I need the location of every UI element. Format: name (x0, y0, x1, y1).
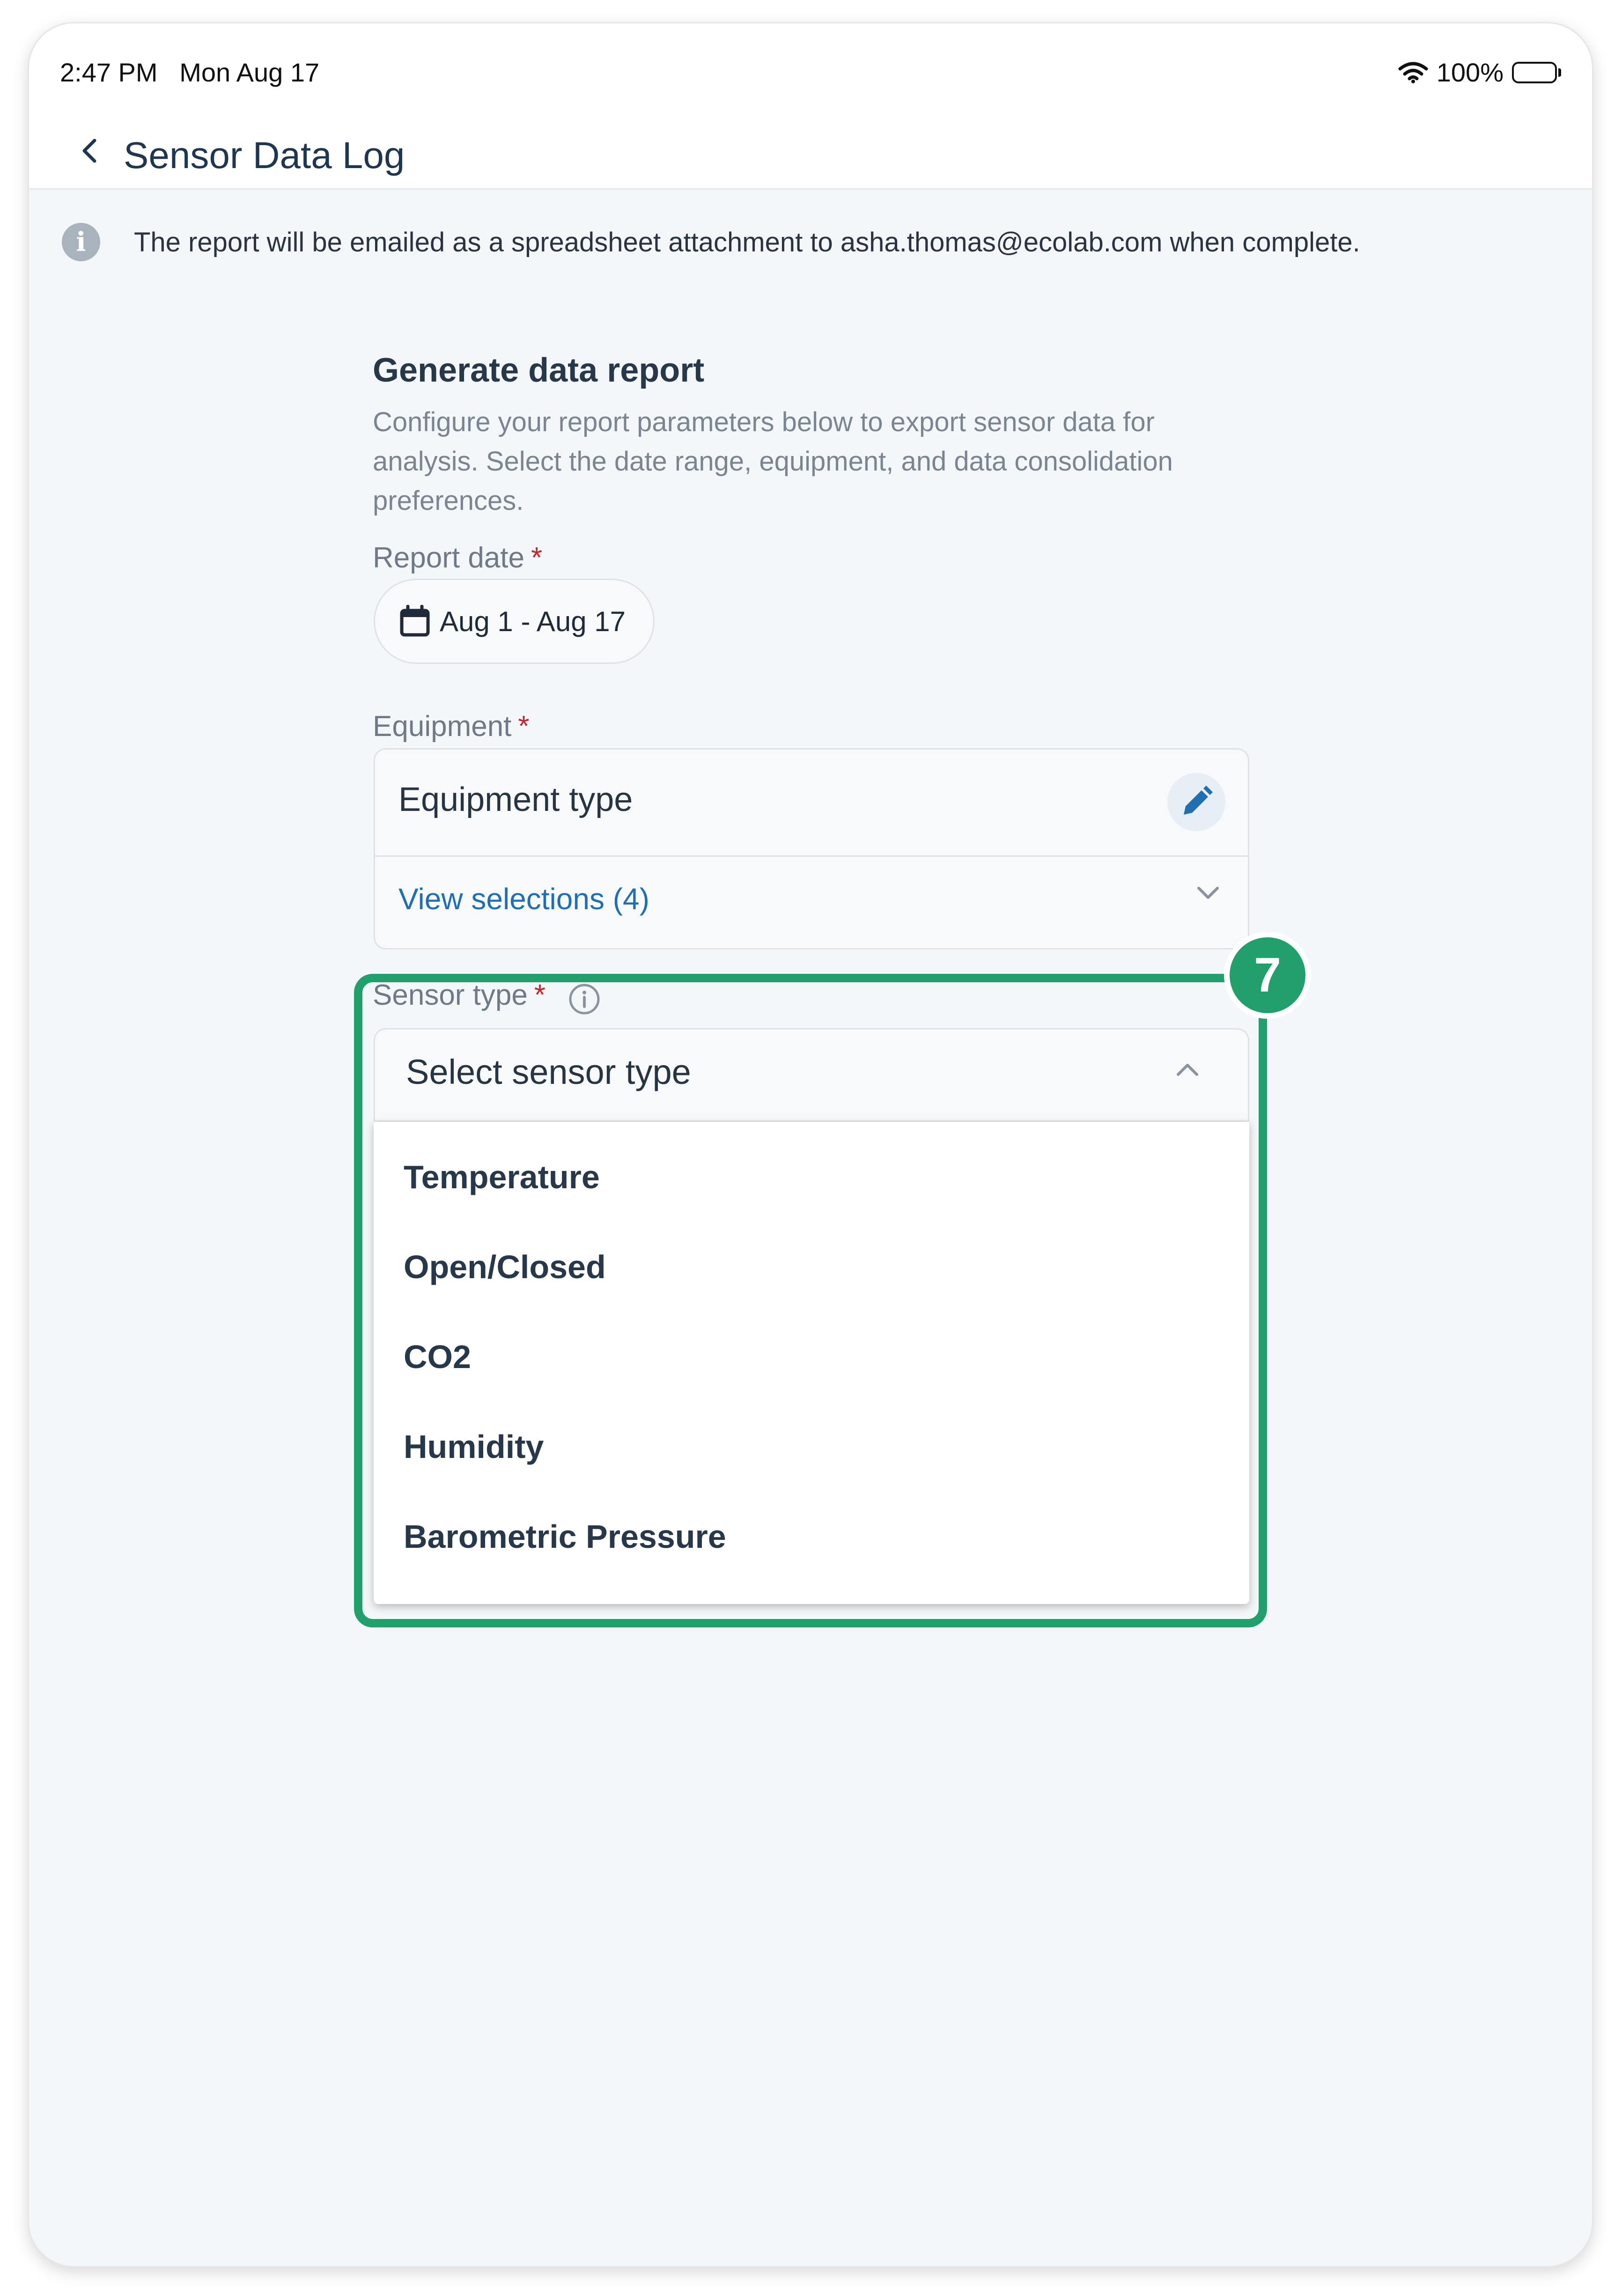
equipment-label-text: Equipment (373, 710, 512, 743)
form-description: Configure your report parameters below t… (373, 407, 1173, 516)
status-clock: 2:47 PM (60, 58, 158, 87)
calendar-icon (400, 605, 430, 637)
report-date-label: Report date * (373, 541, 542, 574)
equipment-type-row[interactable]: Equipment type (375, 750, 1248, 857)
battery-icon (1512, 61, 1561, 83)
info-banner-text: The report will be emailed as a spreadsh… (134, 227, 1360, 258)
equipment-type-value: Equipment type (398, 781, 633, 818)
wifi-icon (1398, 61, 1428, 84)
report-date-picker[interactable]: Aug 1 - Aug 17 (374, 579, 655, 664)
equipment-label: Equipment * (373, 710, 530, 743)
info-banner: i The report will be emailed as a spread… (62, 223, 1360, 261)
info-icon: i (62, 223, 100, 261)
chevron-down-icon[interactable] (1196, 885, 1220, 900)
top-bar: 2:47 PM Mon Aug 17 100% Sensor Data Log (29, 23, 1592, 190)
status-right: 100% (1398, 57, 1561, 88)
required-mark: * (518, 710, 530, 743)
page-title: Sensor Data Log (124, 134, 405, 176)
tablet-screen: 2:47 PM Mon Aug 17 100% Sensor Data Log … (29, 23, 1592, 2266)
equipment-card: Equipment type View selections (4) (374, 748, 1249, 949)
report-date-label-text: Report date (373, 542, 524, 574)
status-time: 2:47 PM Mon Aug 17 (60, 57, 319, 88)
chevron-left-icon (82, 139, 96, 163)
report-date-value: Aug 1 - Aug 17 (440, 605, 626, 637)
form-heading: Generate data report (373, 352, 705, 389)
edit-equipment-button[interactable] (1167, 773, 1225, 831)
status-date: Mon Aug 17 (179, 58, 320, 87)
pencil-icon (1184, 786, 1213, 815)
required-mark: * (531, 542, 543, 574)
annotation-highlight (354, 974, 1267, 1627)
back-button[interactable] (71, 132, 109, 169)
view-selections-link[interactable]: View selections (4) (398, 882, 649, 916)
battery-percent: 100% (1436, 58, 1504, 87)
annotation-step-badge: 7 (1224, 932, 1311, 1019)
